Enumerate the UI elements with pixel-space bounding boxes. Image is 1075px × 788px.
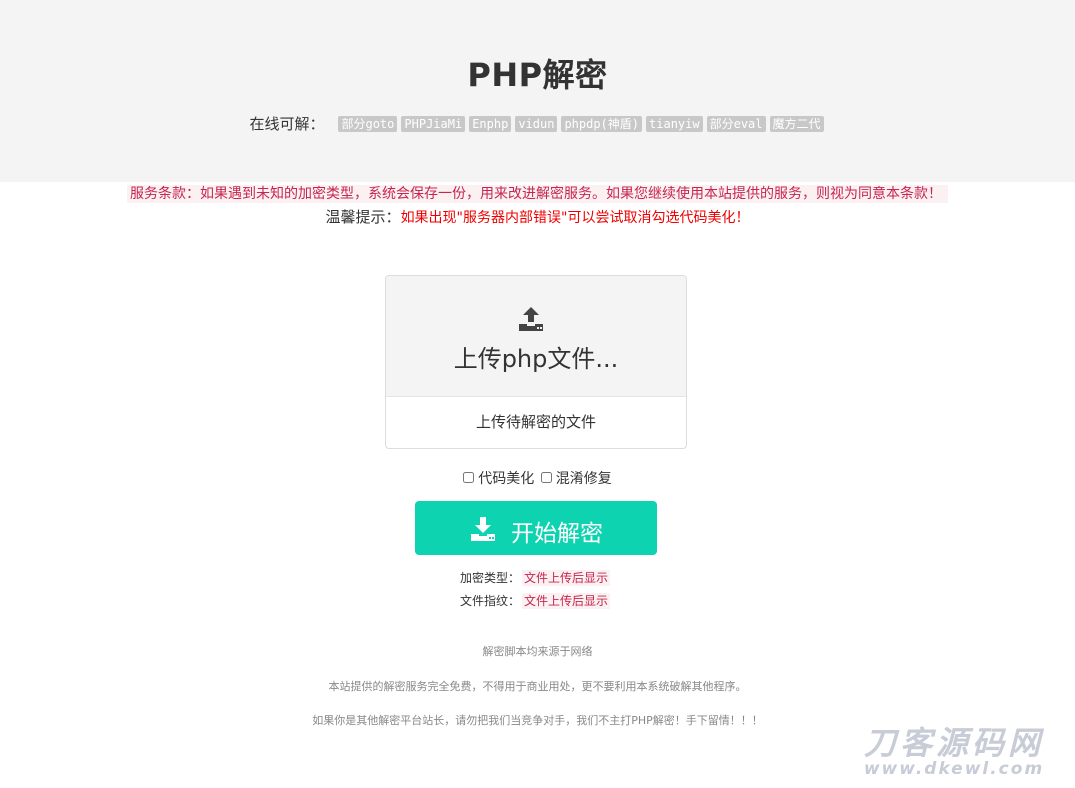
tag-phpdp: phpdp(神盾) — [561, 116, 643, 132]
encryption-type-value: 文件上传后显示 — [522, 570, 611, 586]
encryption-type-label: 加密类型： — [460, 571, 521, 585]
hero-banner: PHP解密 在线可解： 部分goto PHPJiaMi Enphp vidun phpdp… — [0, 0, 1075, 182]
download-icon — [471, 517, 495, 541]
obfuscation-option[interactable]: 混淆修复 — [540, 471, 612, 487]
tip-text: 如果出现"服务器内部错误"可以尝试取消勾选代码美化！ — [400, 210, 750, 226]
tag-tianyiw: tianyiw — [646, 116, 703, 132]
fingerprint-label: 文件指纹： — [460, 594, 521, 608]
tag-enphp: Enphp — [469, 116, 512, 132]
tag-vidun: vidun — [515, 116, 558, 132]
terms-text: 服务条款：如果遇到未知的加密类型，系统会保存一份，用来改进解密服务。如果您继续使… — [127, 185, 948, 203]
tag-mofang: 魔方二代 — [769, 116, 824, 132]
terms-notice: 服务条款：如果遇到未知的加密类型，系统会保存一份，用来改进解密服务。如果您继续使… — [0, 183, 1075, 203]
supported-label: 在线可解： — [249, 115, 325, 133]
page-title: PHP解密 — [467, 56, 608, 94]
options-row: 代码美化 混淆修复 — [0, 468, 1075, 488]
fingerprint-row: 文件指纹： 文件上传后显示 — [460, 592, 611, 609]
tip-notice: 温馨提示：如果出现"服务器内部错误"可以尝试取消勾选代码美化！ — [0, 206, 1075, 227]
watermark: 刀客源码网 www.dkewl.com — [840, 726, 1068, 778]
upload-icon — [519, 307, 543, 331]
obfuscation-checkbox[interactable] — [540, 472, 552, 483]
watermark-url: www.dkewl.com — [863, 759, 1045, 779]
footer-source: 解密脚本均来源于网络 — [482, 645, 593, 658]
footer-free-service: 本站提供的解密服务完全免费，不得用于商业用处，更不要利用本系统破解其他程序。 — [328, 680, 747, 693]
upload-header: 上传php文件... — [386, 276, 686, 397]
upload-title: 上传php文件... — [453, 345, 619, 373]
fingerprint-value: 文件上传后显示 — [522, 593, 611, 609]
watermark-text: 刀客源码网 — [863, 724, 1044, 762]
obfuscation-label: 混淆修复 — [555, 471, 612, 487]
supported-types: 在线可解： 部分goto PHPJiaMi Enphp vidun phpdp(神盾) ti… — [0, 113, 1075, 134]
tag-goto: 部分goto — [338, 116, 398, 132]
tag-eval: 部分eval — [706, 116, 766, 132]
start-decrypt-label: 开始解密 — [511, 521, 603, 547]
encryption-type-row: 加密类型： 文件上传后显示 — [460, 569, 611, 586]
upload-subtitle: 上传待解密的文件 — [475, 413, 596, 431]
tag-phpjiami: PHPJiaMi — [401, 116, 466, 132]
beautify-option[interactable]: 代码美化 — [463, 471, 534, 487]
start-decrypt-button[interactable]: 开始解密 — [415, 501, 657, 555]
beautify-checkbox[interactable] — [463, 472, 475, 483]
beautify-label: 代码美化 — [478, 471, 535, 487]
upload-dropzone[interactable]: 上传php文件... 上传待解密的文件 — [385, 275, 687, 449]
tip-label: 温馨提示： — [325, 208, 401, 226]
